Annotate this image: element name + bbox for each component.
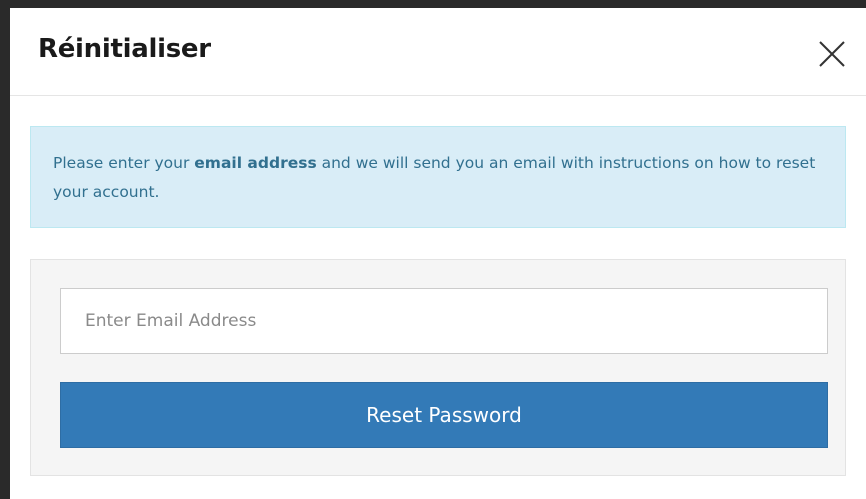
modal-title: Réinitialiser bbox=[38, 34, 211, 64]
info-alert: Please enter your email address and we w… bbox=[30, 126, 846, 228]
email-input[interactable] bbox=[60, 288, 828, 354]
close-icon[interactable] bbox=[816, 38, 848, 70]
modal-header: Réinitialiser bbox=[10, 8, 866, 96]
reset-form-panel: Reset Password bbox=[30, 259, 846, 476]
reset-password-button[interactable]: Reset Password bbox=[60, 382, 828, 448]
alert-text-before: Please enter your bbox=[53, 154, 195, 172]
alert-text-bold: email address bbox=[194, 154, 317, 172]
reset-password-modal: Réinitialiser Please enter your email ad… bbox=[10, 8, 866, 499]
